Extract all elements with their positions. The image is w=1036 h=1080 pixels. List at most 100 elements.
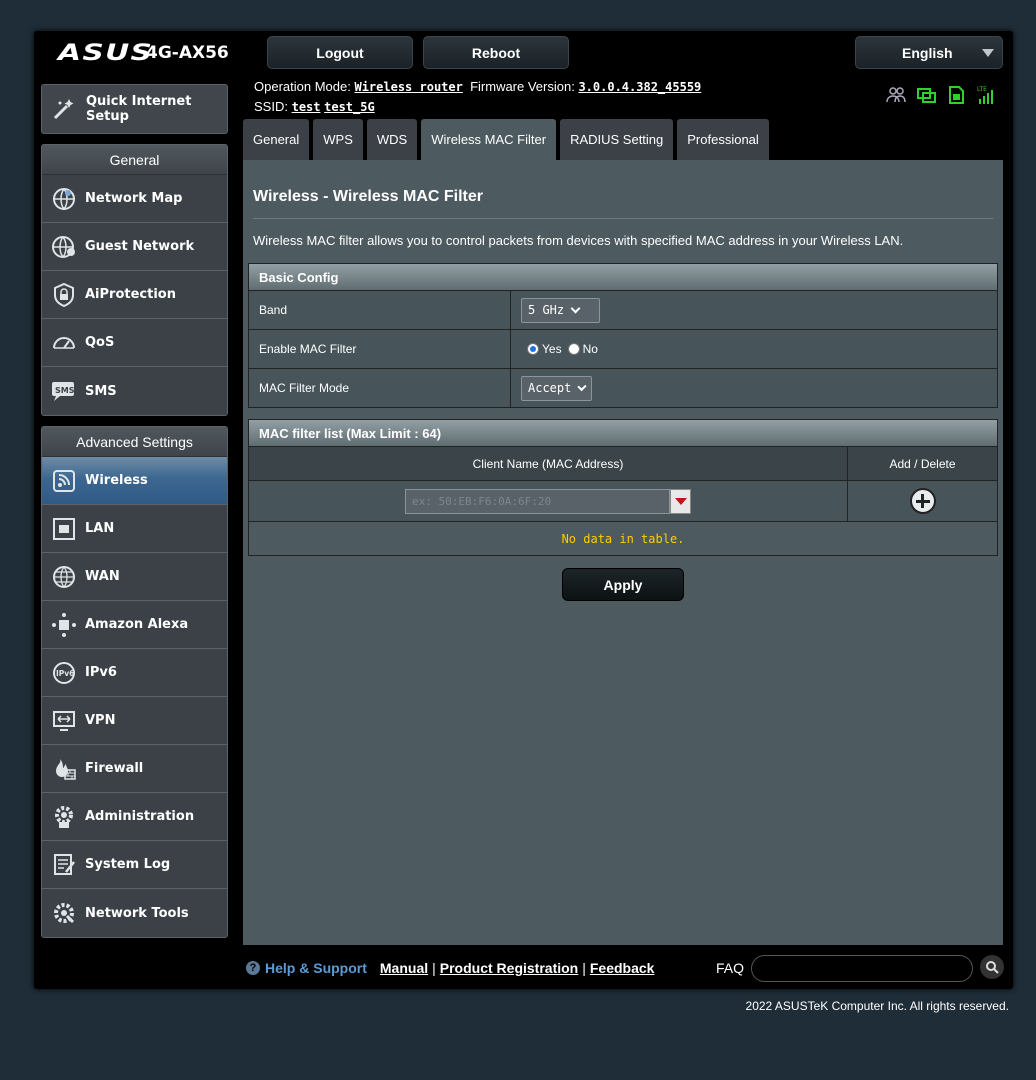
language-select[interactable]: English [855,36,1003,69]
firmware-label: Firmware Version: [470,79,575,94]
sim-icon[interactable] [945,84,967,106]
mac-entry-row: ex: 50:EB:F6:0A:6F:20 [248,481,998,522]
firewall-icon [42,746,85,792]
tab-wireless-mac-filter[interactable]: Wireless MAC Filter [421,119,557,160]
sidebar-item-sms[interactable]: SMS SMS [42,367,227,415]
mac-address-input[interactable]: ex: 50:EB:F6:0A:6F:20 [405,488,670,514]
sidebar-item-label: Guest Network [85,239,195,254]
client-dropdown-button[interactable] [670,488,691,514]
sidebar-item-lan[interactable]: LAN [42,505,227,553]
add-icon[interactable] [909,488,936,514]
chevron-down-icon [982,49,994,57]
band-select[interactable]: 5 GHz [521,297,600,323]
language-value: English [902,44,953,61]
ipv6-icon: IPv6 [42,650,85,696]
network-icon[interactable] [915,84,937,106]
caret-down-icon [674,497,687,505]
tab-radius-setting[interactable]: RADIUS Setting [560,119,674,160]
yes-radio[interactable] [527,343,539,355]
reboot-button[interactable]: Reboot [423,36,569,69]
svg-text:SMS: SMS [55,386,75,395]
apply-button[interactable]: Apply [562,568,684,601]
logout-button[interactable]: Logout [267,36,413,69]
general-menu-title: General [42,145,227,175]
sidebar-item-label: VPN [85,713,116,728]
sidebar-item-aiprotection[interactable]: AiProtection [42,271,227,319]
sidebar-item-label: IPv6 [85,665,117,680]
empty-table-message: No data in table. [248,522,998,556]
feedback-link[interactable]: Feedback [590,960,655,976]
chevron-down-icon [570,303,581,313]
tab-general[interactable]: General [243,119,310,160]
lte-signal-icon[interactable]: LTE [975,84,997,106]
tab-bar: General WPS WDS Wireless MAC Filter RADI… [243,119,769,160]
qis-label-2: Setup [86,109,129,124]
gear-icon [42,794,85,840]
basic-config-header: Basic Config [248,263,998,291]
band-value: 5 GHz [528,303,565,317]
advanced-menu-title: Advanced Settings [42,427,227,457]
tools-icon [42,890,85,936]
col-client-name: Client Name (MAC Address) [249,447,848,480]
sidebar-item-network-map[interactable]: Network Map [42,175,227,223]
no-label: No [582,342,598,356]
ssid-link-1[interactable]: test [292,100,321,114]
chevron-down-icon [577,381,587,391]
sidebar-item-administration[interactable]: Administration [42,793,227,841]
shield-lock-icon [42,272,85,318]
manual-link[interactable]: Manual [380,960,428,976]
content-panel: Wireless - Wireless MAC Filter Wireless … [243,160,1003,945]
sidebar-item-label: QoS [85,335,115,350]
svg-text:LTE: LTE [977,86,987,93]
sms-icon: SMS [42,368,85,414]
advanced-menu: Advanced Settings Wireless LAN WAN Amazo… [41,426,228,938]
sidebar-item-wan[interactable]: WAN [42,553,227,601]
mac-filter-mode-row: MAC Filter Mode Accept [248,369,998,408]
speedometer-icon [42,320,85,366]
clients-icon[interactable] [885,84,907,106]
firmware-link[interactable]: 3.0.0.4.382_45559 [578,80,701,94]
faq-label: FAQ [716,960,745,976]
wand-icon [42,85,86,133]
faq-search-input[interactable] [751,955,973,982]
sidebar-item-label: Network Tools [85,905,189,921]
lan-icon [42,506,85,552]
sidebar-item-ipv6[interactable]: IPv6 IPv6 [42,649,227,697]
tab-wps[interactable]: WPS [313,119,363,160]
log-icon [42,842,85,888]
op-mode-link[interactable]: Wireless router [354,80,462,94]
footer-separator: | [582,960,586,976]
sidebar-item-label: Wireless [85,473,148,488]
col-add-delete: Add / Delete [889,456,956,471]
mode-value: Accept [528,381,572,395]
enable-mac-filter-label: Enable MAC Filter [249,330,511,368]
system-info: Operation Mode: Wireless router Firmware… [254,77,701,117]
product-registration-link[interactable]: Product Registration [440,960,578,976]
mac-filter-mode-select[interactable]: Accept [521,375,592,401]
help-support-label: Help & Support [265,960,367,976]
sidebar-item-qos[interactable]: QoS [42,319,227,367]
band-row: Band 5 GHz [248,291,998,330]
sidebar-item-network-tools[interactable]: Network Tools [42,889,227,937]
sidebar-item-wireless[interactable]: Wireless [42,457,227,505]
sidebar-item-guest-network[interactable]: Guest Network [42,223,227,271]
sidebar-item-label: LAN [85,521,115,536]
tab-professional[interactable]: Professional [677,119,769,160]
quick-internet-setup[interactable]: Quick Internet Setup [41,84,228,134]
sidebar-item-system-log[interactable]: System Log [42,841,227,889]
tab-wds[interactable]: WDS [366,119,418,160]
search-icon[interactable] [980,955,1004,979]
enable-mac-filter-row: Enable MAC Filter Yes No [248,330,998,369]
list-column-headers: Client Name (MAC Address) Add / Delete [248,447,998,481]
page-title: Wireless - Wireless MAC Filter [253,188,484,205]
sidebar-item-label: AiProtection [85,287,176,302]
sidebar-item-vpn[interactable]: VPN [42,697,227,745]
mac-filter-mode-label: MAC Filter Mode [249,369,511,407]
sidebar-item-amazon-alexa[interactable]: Amazon Alexa [42,601,227,649]
globe-icon [42,554,85,600]
no-radio[interactable] [567,343,580,355]
sidebar-item-firewall[interactable]: Firewall [42,745,227,793]
ssid-link-2[interactable]: test_5G [324,100,375,114]
general-menu: General Network Map Guest Network AiProt… [41,144,228,416]
wifi-icon [42,458,85,504]
